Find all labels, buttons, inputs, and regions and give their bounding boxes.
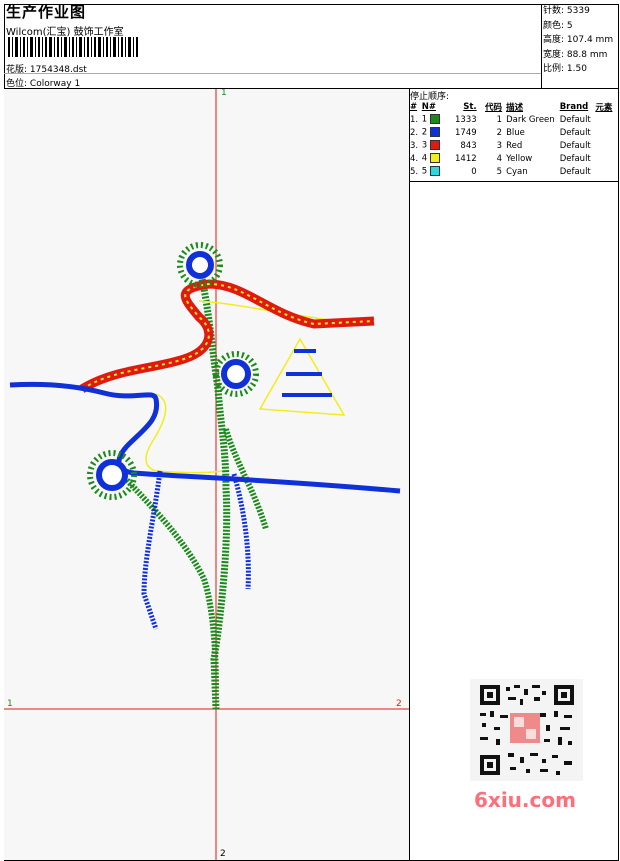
- embroidery-design: [4, 89, 409, 860]
- stat-width: 宽度: 88.8 mm: [543, 49, 608, 60]
- table-header-row: # N# St. 代码 描述 Brand 元素: [410, 101, 613, 113]
- table-row[interactable]: 4. 4 1412 4 Yellow Default: [410, 152, 619, 165]
- color-swatch: [429, 140, 440, 151]
- design-file: 花版: 1754348.dst: [6, 65, 87, 75]
- green-stem-2: [119, 472, 219, 690]
- color-swatch: [429, 114, 440, 125]
- design-stats: 针数: 5339 颜色: 5 高度: 107.4 mm 宽度: 88.8 mm …: [543, 4, 613, 77]
- axis-label-right: 2: [396, 699, 402, 709]
- table-row[interactable]: 1. 1 1333 1 Dark Green Default: [410, 113, 619, 126]
- blue-crane: [9, 381, 401, 494]
- stat-stitches: 针数: 5339: [543, 6, 590, 16]
- stat-height: 高度: 107.4 mm: [543, 35, 614, 46]
- stop-sequence-table: # N# St. 代码 描述 Brand 元素 1. 1 1333 1 Dark…: [410, 100, 619, 178]
- table-row[interactable]: 3. 3 843 3 Red Default: [410, 139, 619, 152]
- colorway: 色位: Colorway 1: [6, 79, 81, 89]
- flower-middle: [213, 351, 259, 397]
- barcode-icon: [8, 37, 138, 57]
- blue-stem-2: [231, 473, 251, 590]
- stats-divider: [541, 4, 542, 88]
- axis-label-bottom: 2: [220, 849, 226, 859]
- color-swatch: [429, 127, 440, 138]
- axis-label-left: 1: [7, 699, 13, 709]
- watermark-site: 6xiu.com: [474, 788, 576, 812]
- flower-top: [177, 242, 223, 288]
- color-swatch: [429, 166, 440, 177]
- panel-hline: [409, 181, 619, 182]
- frame-top: [4, 4, 619, 5]
- axis-label-top: 1: [221, 89, 227, 98]
- qr-code-icon: [470, 679, 583, 781]
- table-row[interactable]: 2. 2 1749 2 Blue Default: [410, 126, 619, 139]
- blue-stem: [141, 470, 163, 630]
- stat-scale: 比例: 1.50: [543, 64, 587, 75]
- stat-colors: 颜色: 5: [543, 20, 573, 31]
- panel-divider: [409, 88, 410, 860]
- color-swatch: [429, 153, 440, 164]
- page-subtitle: Wilcom(汇宝) 鼓饰工作室: [6, 27, 124, 38]
- table-row[interactable]: 5. 5 0 5 Cyan Default: [410, 165, 619, 178]
- design-canvas[interactable]: 1 2 1 2: [4, 89, 409, 860]
- flower-left: [87, 450, 137, 500]
- page-title: 生产作业图: [6, 3, 87, 21]
